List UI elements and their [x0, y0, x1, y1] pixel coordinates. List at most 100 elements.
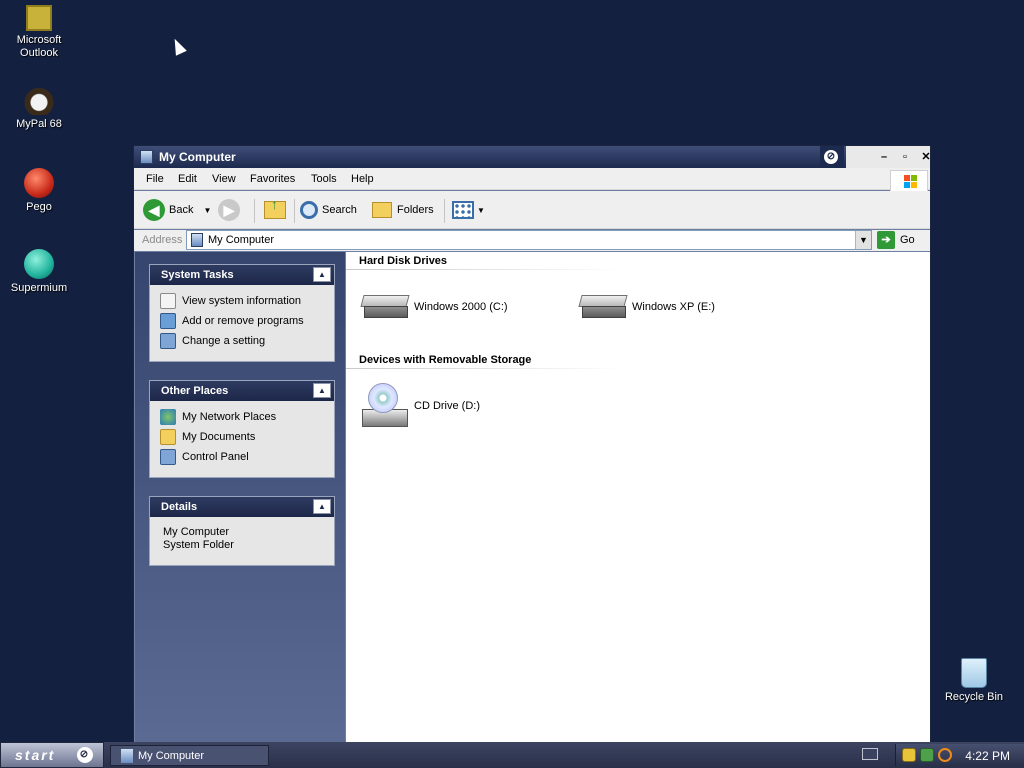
window-controls: – ▫ ✕ — [846, 146, 931, 168]
my-computer-icon — [140, 150, 153, 164]
hard-disk-icon — [360, 295, 410, 319]
back-label: Back — [169, 204, 194, 216]
go-label: Go — [900, 234, 915, 246]
collapse-icon[interactable]: ▲ — [313, 383, 331, 398]
details-header[interactable]: Details ▲ — [150, 497, 334, 517]
security-shield-icon[interactable] — [902, 748, 916, 762]
pego-icon — [24, 168, 54, 198]
panel-title: System Tasks — [161, 269, 234, 281]
close-button[interactable]: ✕ — [918, 150, 934, 164]
back-arrow-icon: ◀ — [143, 199, 165, 221]
desktop-icon-pego[interactable]: Pego — [1, 168, 77, 214]
taskbar-button-label: My Computer — [138, 750, 205, 762]
menu-file[interactable]: File — [146, 173, 164, 185]
place-label: Control Panel — [182, 451, 249, 463]
place-my-documents[interactable]: My Documents — [160, 427, 324, 447]
drive-label: Windows 2000 (C:) — [414, 301, 508, 313]
back-button[interactable]: ◀ Back ▼ — [143, 198, 211, 222]
system-tasks-header[interactable]: System Tasks ▲ — [150, 265, 334, 285]
other-places-header[interactable]: Other Places ▲ — [150, 381, 334, 401]
system-info-icon — [160, 293, 176, 309]
desktop-icon-outlook[interactable]: Microsoft Outlook — [1, 5, 77, 60]
search-tray-icon[interactable] — [938, 748, 952, 762]
start-button[interactable]: start ⊘ — [0, 742, 104, 768]
address-input[interactable]: My Computer ▼ — [186, 230, 872, 250]
details-panel: Details ▲ My Computer System Folder — [149, 496, 335, 566]
task-change-setting[interactable]: Change a setting — [160, 331, 324, 351]
folders-label: Folders — [397, 204, 434, 216]
menu-view[interactable]: View — [212, 173, 236, 185]
hard-disk-icon — [578, 295, 628, 319]
window-title: My Computer — [159, 150, 236, 164]
desktop-icon-mypal[interactable]: MyPal 68 — [1, 87, 77, 131]
start-logo-icon: ⊘ — [77, 747, 93, 763]
drive-cd-d[interactable]: CD Drive (D:) — [362, 383, 480, 429]
mypal-icon — [24, 87, 54, 115]
toolbar: ◀ Back ▼ ▶ ↑ Search Folders ▼ — [134, 191, 930, 229]
address-dropdown-button[interactable]: ▼ — [855, 231, 871, 249]
views-icon — [452, 201, 474, 219]
desktop-icon-label: Recycle Bin — [944, 691, 1004, 703]
forward-arrow-icon: ▶ — [218, 199, 240, 221]
place-my-network-places[interactable]: My Network Places — [160, 407, 324, 427]
back-dropdown-icon[interactable]: ▼ — [203, 206, 211, 215]
system-tray: 4:22 PM — [895, 744, 1024, 766]
control-panel-icon — [160, 449, 176, 465]
go-button[interactable]: ➔ Go — [877, 231, 915, 249]
my-computer-window: My Computer ⊘ – ▫ ✕ File Edit View Favor… — [133, 145, 931, 743]
up-button[interactable]: ↑ — [264, 196, 286, 222]
details-name: My Computer — [163, 526, 230, 538]
views-button[interactable]: ▼ — [452, 198, 485, 222]
menu-tools[interactable]: Tools — [311, 173, 337, 185]
address-value: My Computer — [208, 234, 275, 246]
minimize-button[interactable]: – — [876, 150, 892, 164]
place-label: My Network Places — [182, 411, 277, 423]
toolbar-separator — [444, 199, 445, 223]
drive-label: CD Drive (D:) — [414, 400, 480, 412]
details-type: System Folder — [163, 539, 234, 551]
collapse-icon[interactable]: ▲ — [313, 267, 331, 282]
views-dropdown-icon: ▼ — [477, 205, 485, 215]
task-view-system-info[interactable]: View system information — [160, 291, 324, 311]
menu-edit[interactable]: Edit — [178, 173, 197, 185]
place-control-panel[interactable]: Control Panel — [160, 447, 324, 467]
forward-button[interactable]: ▶ — [218, 198, 244, 222]
folders-button[interactable]: Folders — [372, 198, 434, 222]
network-places-icon — [160, 409, 176, 425]
go-arrow-icon: ➔ — [877, 231, 895, 249]
my-documents-icon — [160, 429, 176, 445]
address-bar: Address My Computer ▼ ➔ Go — [134, 230, 930, 251]
address-label: Address — [142, 234, 183, 246]
task-add-remove-programs[interactable]: Add or remove programs — [160, 311, 324, 331]
drive-label: Windows XP (E:) — [632, 301, 715, 313]
maximize-button[interactable]: ▫ — [897, 150, 913, 164]
folders-icon — [372, 202, 392, 218]
keyboard-icon[interactable] — [862, 748, 878, 760]
title-tab: ⊘ — [820, 146, 844, 168]
start-label: start — [15, 747, 56, 763]
drive-windows-2000-c[interactable]: Windows 2000 (C:) — [360, 295, 508, 319]
drive-windows-xp-e[interactable]: Windows XP (E:) — [578, 295, 715, 319]
menu-help[interactable]: Help — [351, 173, 374, 185]
desktop-icon-label: Pego — [26, 201, 52, 213]
menu-favorites[interactable]: Favorites — [250, 173, 295, 185]
network-icon[interactable] — [920, 748, 934, 762]
taskbar-button-my-computer[interactable]: My Computer — [110, 745, 269, 766]
my-computer-icon — [121, 749, 133, 763]
collapse-icon[interactable]: ▲ — [313, 499, 331, 514]
desktop-icon-recycle-bin[interactable]: Recycle Bin — [936, 658, 1012, 704]
desktop-icon-label: Microsoft Outlook — [16, 34, 62, 59]
theme-logo-icon: ⊘ — [824, 150, 838, 164]
desktop-icon-label: MyPal 68 — [16, 118, 62, 130]
clock[interactable]: 4:22 PM — [965, 749, 1010, 763]
group-divider — [346, 368, 626, 369]
up-folder-icon: ↑ — [264, 196, 286, 219]
cd-drive-icon — [362, 383, 408, 429]
desktop-icon-supermium[interactable]: Supermium — [1, 249, 77, 295]
task-label: Add or remove programs — [182, 315, 304, 327]
title-bar[interactable]: My Computer ⊘ – ▫ ✕ — [134, 146, 931, 168]
search-button[interactable]: Search — [300, 198, 357, 222]
toolbar-separator — [254, 199, 255, 223]
content-pane: Hard Disk Drives Windows 2000 (C:) Windo… — [346, 252, 930, 742]
group-divider — [346, 269, 626, 270]
